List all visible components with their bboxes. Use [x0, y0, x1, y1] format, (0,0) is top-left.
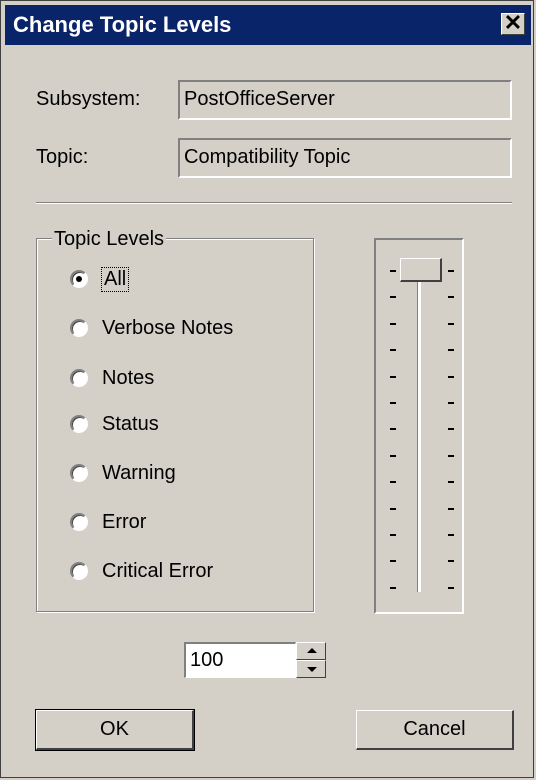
slider-tick	[390, 534, 396, 536]
cancel-button[interactable]: Cancel	[356, 710, 514, 750]
radio-icon[interactable]	[70, 513, 88, 531]
radio-label-critical-error: Critical Error	[102, 559, 214, 582]
spin-down-button[interactable]	[296, 660, 326, 678]
close-icon: ✕	[503, 10, 523, 35]
slider-tick	[448, 402, 454, 404]
dialog-title: Change Topic Levels	[13, 12, 232, 37]
radio-label-all: All	[100, 266, 130, 292]
title-bar[interactable]: Change Topic Levels ✕	[5, 5, 531, 45]
radio-label-notes: Notes	[102, 366, 155, 389]
slider-tick	[448, 560, 454, 562]
slider-tick	[448, 270, 454, 272]
ok-button[interactable]: OK	[35, 709, 195, 751]
slider-tick	[448, 534, 454, 536]
radio-critical-error[interactable]: Critical Error	[70, 556, 213, 586]
slider-tick	[390, 323, 396, 325]
radio-icon[interactable]	[70, 415, 88, 433]
chevron-down-icon	[307, 667, 317, 672]
close-button[interactable]: ✕	[501, 10, 525, 35]
radio-icon[interactable]	[70, 369, 88, 387]
chevron-up-icon	[307, 648, 317, 653]
radio-icon[interactable]	[70, 464, 88, 482]
slider-tick	[448, 508, 454, 510]
slider-tick	[390, 402, 396, 404]
slider-tick	[448, 587, 454, 589]
level-slider-track[interactable]	[417, 270, 421, 592]
topic-field: Compatibility Topic	[178, 138, 512, 178]
topic-label: Topic:	[36, 146, 89, 168]
slider-tick	[390, 270, 396, 272]
slider-tick	[390, 428, 396, 430]
level-slider-thumb[interactable]	[400, 258, 442, 282]
slider-tick	[390, 508, 396, 510]
slider-tick	[448, 323, 454, 325]
radio-label-status: Status	[102, 412, 159, 435]
radio-selected-icon[interactable]	[70, 270, 88, 288]
slider-tick	[448, 296, 454, 298]
radio-verbose-notes[interactable]: Verbose Notes	[70, 313, 233, 343]
spin-up-button[interactable]	[296, 642, 326, 660]
slider-tick	[448, 455, 454, 457]
topic-levels-legend: Topic Levels	[52, 228, 167, 251]
slider-tick	[390, 349, 396, 351]
radio-label-verbose-notes: Verbose Notes	[102, 316, 234, 339]
separator	[36, 202, 512, 204]
slider-tick	[448, 428, 454, 430]
radio-label-error: Error	[102, 510, 147, 533]
level-spinner	[296, 642, 326, 678]
radio-all[interactable]: All	[70, 264, 130, 294]
slider-tick	[390, 560, 396, 562]
slider-tick	[390, 587, 396, 589]
slider-tick	[390, 481, 396, 483]
subsystem-field: PostOfficeServer	[178, 80, 512, 120]
subsystem-label: Subsystem:	[36, 88, 141, 110]
slider-tick	[390, 376, 396, 378]
radio-status[interactable]: Status	[70, 409, 159, 439]
radio-notes[interactable]: Notes	[70, 363, 154, 393]
slider-tick	[448, 376, 454, 378]
level-value-input[interactable]: 100	[184, 642, 296, 678]
radio-icon[interactable]	[70, 319, 88, 337]
radio-icon[interactable]	[70, 562, 88, 580]
slider-tick	[448, 349, 454, 351]
slider-tick	[390, 296, 396, 298]
slider-tick	[390, 455, 396, 457]
slider-tick	[448, 481, 454, 483]
radio-warning[interactable]: Warning	[70, 458, 176, 488]
radio-label-warning: Warning	[102, 461, 176, 484]
radio-error[interactable]: Error	[70, 507, 146, 537]
